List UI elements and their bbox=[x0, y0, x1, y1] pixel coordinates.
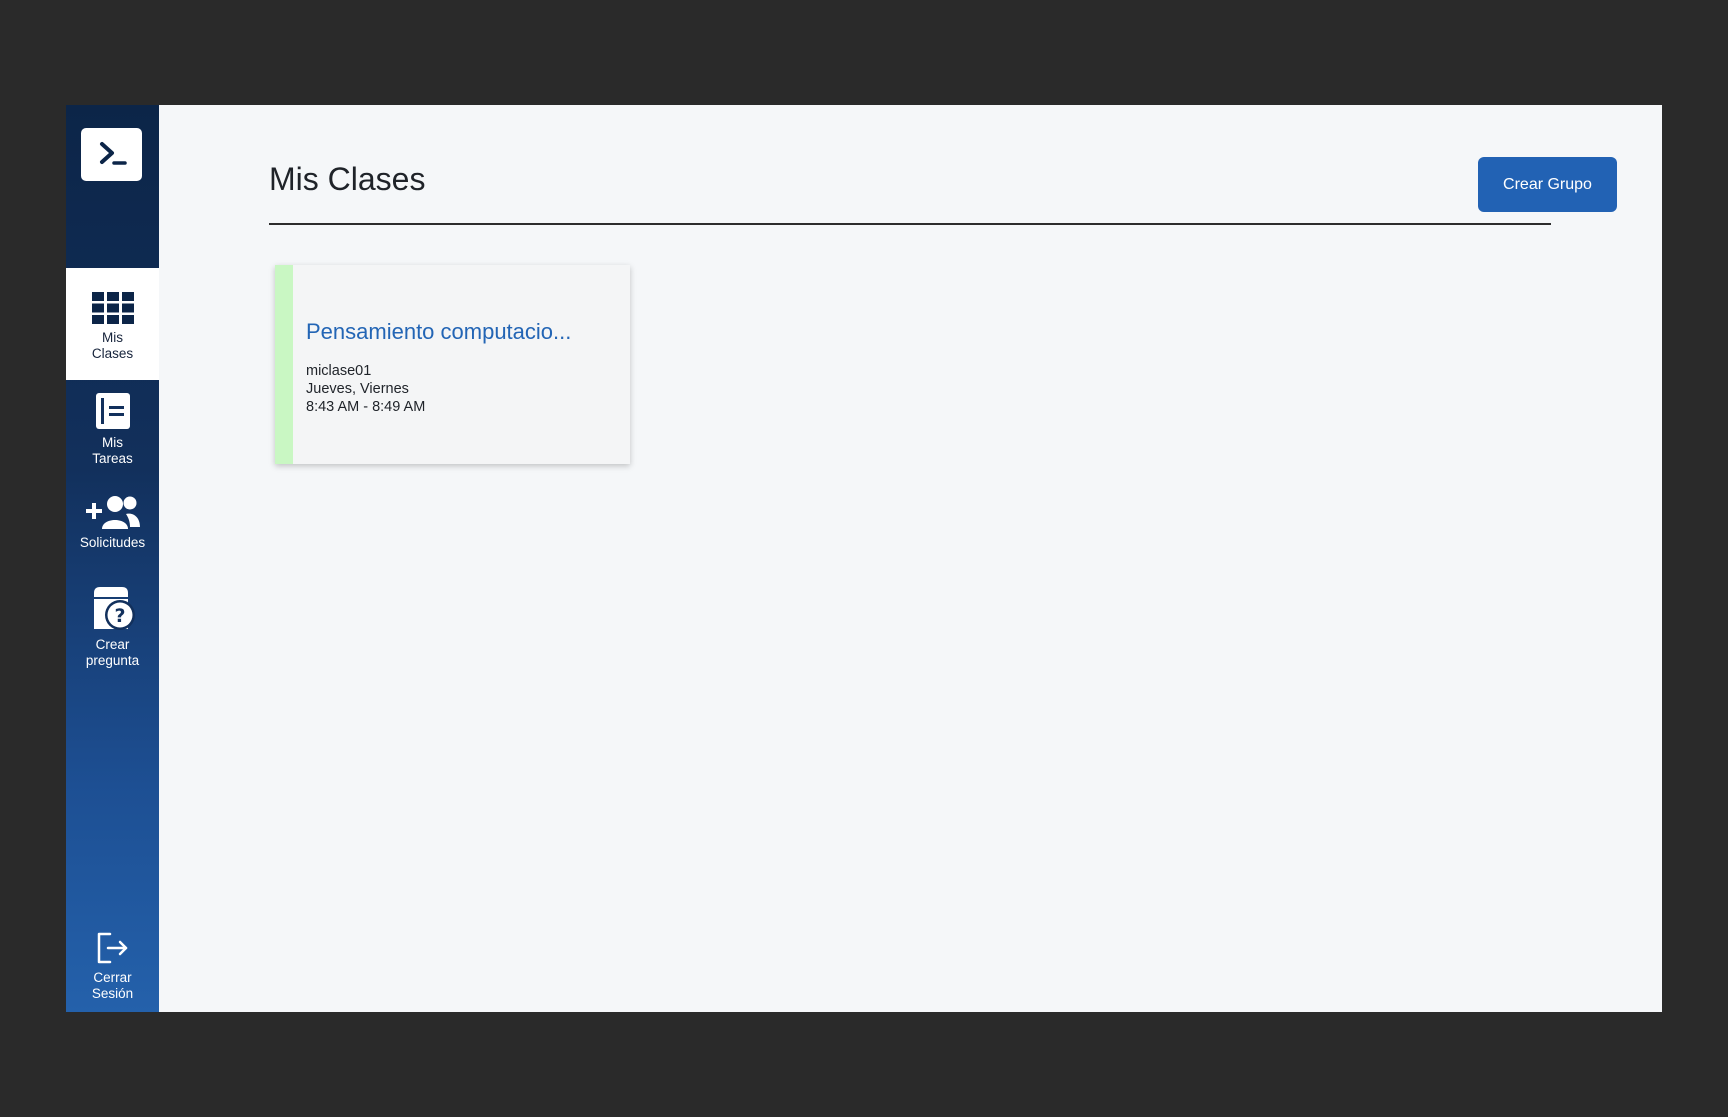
sidebar-item-mis-clases[interactable]: Mis Clases bbox=[66, 268, 159, 380]
sidebar-item-label: Crear pregunta bbox=[85, 637, 140, 668]
sidebar-item-label: Mis Tareas bbox=[92, 435, 133, 466]
terminal-icon bbox=[93, 136, 131, 174]
app-window: Mis Clases Mis Tareas Solicitudes ? Crea… bbox=[66, 105, 1662, 1012]
sidebar-item-crear-pregunta[interactable]: ? Crear pregunta bbox=[66, 587, 159, 669]
logout-icon bbox=[96, 932, 130, 964]
title-divider bbox=[269, 223, 1551, 225]
app-logo[interactable] bbox=[81, 128, 142, 181]
class-name[interactable]: Pensamiento computacio... bbox=[306, 319, 616, 345]
sidebar-item-label: Mis Clases bbox=[91, 330, 134, 361]
notebook-icon bbox=[95, 393, 130, 429]
logout-button[interactable]: Cerrar Sesión bbox=[66, 932, 159, 1002]
grid-icon bbox=[91, 292, 134, 324]
card-accent-bar bbox=[275, 265, 293, 464]
class-meta: miclase01 Jueves, Viernes 8:43 AM - 8:49… bbox=[306, 362, 425, 416]
sidebar: Mis Clases Mis Tareas Solicitudes ? Crea… bbox=[66, 105, 159, 1012]
svg-text:?: ? bbox=[114, 605, 125, 627]
class-card[interactable]: Pensamiento computacio... miclase01 Juev… bbox=[275, 265, 630, 464]
sidebar-item-label: Solicitudes bbox=[79, 535, 146, 550]
page-title: Mis Clases bbox=[269, 161, 426, 197]
sidebar-item-mis-tareas[interactable]: Mis Tareas bbox=[66, 393, 159, 467]
class-code: miclase01 bbox=[306, 363, 372, 379]
add-users-icon bbox=[85, 495, 140, 529]
logout-label: Cerrar Sesión bbox=[91, 970, 134, 1001]
class-time: 8:43 AM - 8:49 AM bbox=[306, 399, 426, 415]
create-group-button[interactable]: Crear Grupo bbox=[1478, 157, 1617, 212]
main-content: Mis Clases Crear Grupo Pensamiento compu… bbox=[159, 105, 1662, 1012]
class-days: Jueves, Viernes bbox=[306, 381, 409, 397]
sidebar-item-solicitudes[interactable]: Solicitudes bbox=[66, 495, 159, 551]
question-box-icon: ? bbox=[90, 587, 136, 631]
